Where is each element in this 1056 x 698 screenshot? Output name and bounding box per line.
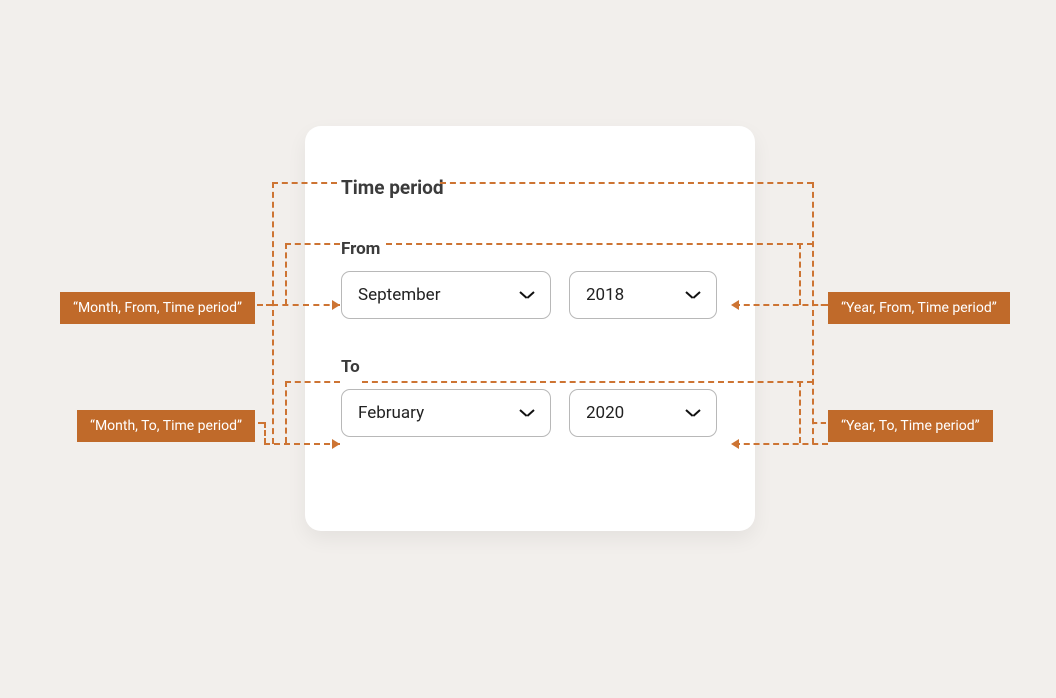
- guide-line: [285, 243, 340, 245]
- annotation-year-to: “Year, To, Time period”: [828, 410, 993, 442]
- connector-line: [264, 422, 266, 444]
- guide-line: [812, 182, 814, 444]
- to-month-value: February: [358, 403, 424, 423]
- arrow-left-icon: [731, 300, 739, 310]
- to-year-value: 2020: [586, 403, 624, 423]
- connector-line: [812, 304, 826, 306]
- to-selects: February 2020: [341, 389, 719, 437]
- chevron-down-icon: [520, 291, 534, 299]
- guide-line: [799, 243, 801, 305]
- annotation-month-to: “Month, To, Time period”: [77, 410, 255, 442]
- arrow-right-icon: [332, 439, 340, 449]
- to-year-select[interactable]: 2020: [569, 389, 717, 437]
- arrow-line: [264, 443, 340, 445]
- arrow-line: [272, 304, 340, 306]
- annotation-year-from: “Year, From, Time period”: [828, 292, 1010, 324]
- chevron-down-icon: [686, 291, 700, 299]
- chevron-down-icon: [520, 409, 534, 417]
- guide-line: [386, 243, 813, 245]
- from-year-select[interactable]: 2018: [569, 271, 717, 319]
- time-period-card: Time period From September 2018 To Febru…: [305, 126, 755, 531]
- from-month-select[interactable]: September: [341, 271, 551, 319]
- guide-line: [285, 381, 287, 443]
- to-label: To: [341, 357, 719, 377]
- guide-line: [272, 182, 274, 444]
- arrow-right-icon: [332, 300, 340, 310]
- chevron-down-icon: [686, 409, 700, 417]
- guide-line: [440, 182, 813, 184]
- guide-line: [285, 243, 287, 305]
- card-title: Time period: [341, 176, 719, 199]
- from-group: From September 2018: [341, 239, 719, 319]
- to-group: To February 2020: [341, 357, 719, 437]
- guide-line: [799, 381, 801, 443]
- guide-line: [362, 381, 813, 383]
- guide-line: [285, 381, 340, 383]
- arrow-left-icon: [731, 439, 739, 449]
- arrow-line: [734, 443, 828, 445]
- to-month-select[interactable]: February: [341, 389, 551, 437]
- from-month-value: September: [358, 285, 440, 305]
- from-year-value: 2018: [586, 285, 624, 305]
- from-selects: September 2018: [341, 271, 719, 319]
- from-label: From: [341, 239, 719, 259]
- annotation-month-from: “Month, From, Time period”: [60, 292, 255, 324]
- guide-line: [272, 182, 337, 184]
- connector-line: [812, 422, 826, 424]
